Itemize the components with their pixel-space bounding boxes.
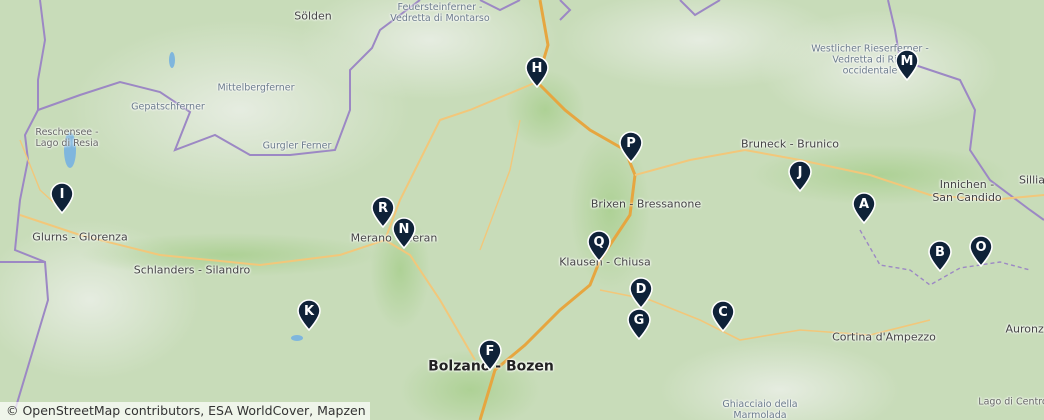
place-label-brixen: Brixen - Bressanone [590, 197, 702, 211]
marker-letter: A [858, 197, 870, 212]
map-marker-g[interactable]: G [626, 308, 652, 340]
map-marker-a[interactable]: A [851, 192, 877, 224]
map-view[interactable]: Sölden Feuersteinferner - Vedretta di Mont… [0, 0, 1044, 420]
place-label-cortina: Cortina d'Ampezzo [832, 330, 936, 344]
place-label-auronzo: Auronzo [1005, 322, 1044, 336]
place-label-innichen: Innichen - San Candido [932, 178, 1002, 204]
marker-letter: M [900, 54, 914, 69]
marker-letter: I [59, 187, 65, 202]
place-label-mittelberg: Mittelbergferner [217, 82, 295, 94]
map-marker-k[interactable]: K [296, 299, 322, 331]
place-label-schlanders: Schlanders - Silandro [133, 263, 251, 277]
map-marker-r[interactable]: R [370, 196, 396, 228]
map-marker-o[interactable]: O [968, 235, 994, 267]
marker-letter: F [485, 344, 495, 359]
marker-letter: Q [593, 235, 605, 250]
map-marker-d[interactable]: D [628, 277, 654, 309]
lake [169, 52, 175, 68]
place-label-gepatsch: Gepatschferner [131, 101, 205, 113]
marker-letter: H [531, 61, 543, 76]
marker-letter: K [303, 304, 315, 319]
map-marker-m[interactable]: M [894, 49, 920, 81]
map-marker-i[interactable]: I [49, 182, 75, 214]
marker-letter: J [797, 165, 803, 180]
place-label-gurgler: Gurgler Ferner [262, 140, 332, 152]
marker-letter: B [935, 245, 945, 260]
place-label-reschen: Reschensee - Lago di Resia [35, 127, 99, 149]
marker-letter: O [975, 240, 987, 255]
map-marker-b[interactable]: B [927, 240, 953, 272]
place-label-ghiacciaio: Ghiacciaio della Marmolada [722, 399, 798, 420]
place-label-solden: Sölden [294, 9, 332, 23]
place-label-feuerstein: Feuersteinferner - Vedretta di Montarso [390, 2, 490, 24]
place-label-lagocentro: Lago di Centro [978, 396, 1044, 408]
lake [291, 335, 303, 341]
map-marker-h[interactable]: H [524, 56, 550, 88]
place-label-bruneck: Bruneck - Brunico [740, 137, 840, 151]
marker-letter: G [633, 313, 645, 328]
map-attribution: © OpenStreetMap contributors, ESA WorldC… [0, 402, 370, 420]
marker-letter: C [718, 305, 728, 320]
marker-letter: D [635, 282, 647, 297]
place-label-glurns: Glurns - Glorenza [32, 230, 128, 244]
marker-letter: R [377, 201, 388, 216]
marker-letter: P [626, 136, 636, 151]
map-marker-c[interactable]: C [710, 300, 736, 332]
map-marker-q[interactable]: Q [586, 230, 612, 262]
map-marker-f[interactable]: F [477, 339, 503, 371]
map-marker-p[interactable]: P [618, 131, 644, 163]
map-marker-j[interactable]: J [787, 160, 813, 192]
place-label-sillian: Sillia [1019, 173, 1044, 187]
